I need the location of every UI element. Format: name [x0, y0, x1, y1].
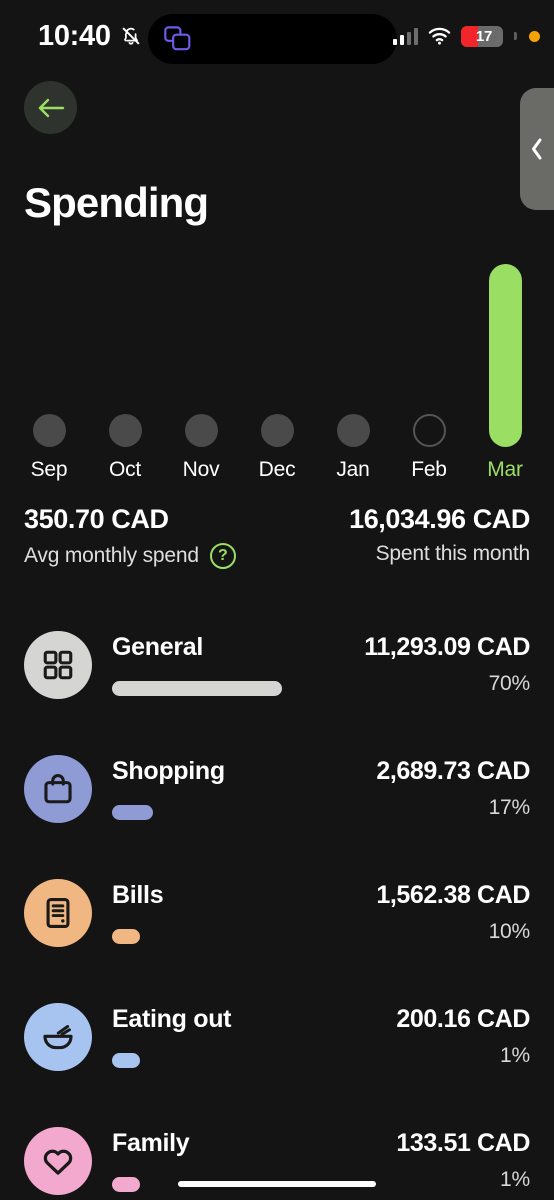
- page-title: Spending: [24, 179, 209, 226]
- month-column-feb[interactable]: Feb: [396, 248, 462, 480]
- category-amount-block: 1,562.38 CAD 10%: [376, 879, 531, 943]
- category-progress-bar: [112, 928, 140, 944]
- category-progress-track: [112, 928, 355, 944]
- chevron-left-icon: [530, 137, 544, 161]
- status-bar-left: 10:40: [38, 19, 148, 52]
- category-row[interactable]: General 11,293.09 CAD 70%: [0, 617, 554, 741]
- month-label-mar: Mar: [487, 458, 523, 481]
- battery-indicator: 17: [461, 25, 503, 47]
- category-progress-bar: [112, 1052, 140, 1068]
- category-amount: 133.51 CAD: [396, 1129, 530, 1157]
- status-bar-clock: 10:40: [38, 19, 111, 52]
- month-bar-jan: [336, 414, 370, 447]
- category-progress-track: [112, 1052, 355, 1068]
- edge-back-affordance[interactable]: [520, 88, 554, 210]
- category-progress-track: [112, 804, 355, 820]
- bell-muted-icon: [120, 24, 142, 48]
- cellular-signal-icon: [392, 27, 418, 45]
- month-bar-nov: [184, 414, 218, 447]
- category-name: General: [112, 633, 204, 661]
- grid-squares-icon: [24, 631, 92, 699]
- question-mark-icon[interactable]: ?: [209, 542, 236, 569]
- avg-monthly-spend-sub: Avg monthly spend ?: [24, 542, 236, 569]
- category-name: Bills: [112, 881, 164, 909]
- heart-icon: [24, 1127, 92, 1195]
- category-name: Eating out: [112, 1005, 232, 1033]
- month-label-feb: Feb: [411, 458, 447, 481]
- dynamic-island[interactable]: [148, 14, 397, 64]
- category-list: General 11,293.09 CAD 70% Shopping 2,689.73 …: [0, 617, 554, 1200]
- category-row[interactable]: Bills 1,562.38 CAD 10%: [0, 865, 554, 989]
- category-amount-block: 133.51 CAD 1%: [396, 1127, 530, 1191]
- month-selector-chart: Sep Oct Nov Dec Jan Feb Mar: [16, 248, 538, 480]
- spent-this-month-block: 16,034.96 CAD Spent this month: [349, 503, 530, 564]
- avg-monthly-spend-label: Avg monthly spend: [24, 544, 199, 568]
- month-label-sep: Sep: [30, 458, 68, 481]
- category-progress-bar: [112, 804, 153, 820]
- home-indicator[interactable]: [178, 1181, 376, 1187]
- spent-this-month-sub: Spent this month: [349, 541, 531, 565]
- category-percent: 1%: [500, 1167, 530, 1191]
- category-row[interactable]: Shopping 2,689.73 CAD 17%: [0, 741, 554, 865]
- privacy-indicator-dot: [529, 30, 540, 42]
- battery-level-text: 17: [475, 27, 493, 45]
- summary-row: 350.70 CAD Avg monthly spend ? 16,034.96…: [24, 503, 530, 569]
- month-label-oct: Oct: [108, 458, 142, 481]
- category-progress-bar: [112, 680, 282, 696]
- month-bar-sep: [32, 414, 66, 447]
- battery-cap: [514, 32, 517, 40]
- avg-monthly-spend-block: 350.70 CAD Avg monthly spend ?: [24, 503, 236, 569]
- stacked-windows-icon: [148, 26, 192, 52]
- receipt-document-icon: [24, 879, 92, 947]
- spending-screen: 10:40 17 Spending Sep Oct Nov Dec Jan Fe…: [0, 0, 554, 1200]
- category-info: Eating out: [112, 1003, 396, 1068]
- month-column-nov[interactable]: Nov: [168, 248, 234, 480]
- category-amount: 200.16 CAD: [396, 1005, 530, 1033]
- category-info: General: [112, 631, 364, 696]
- month-column-sep[interactable]: Sep: [16, 248, 82, 480]
- category-progress-bar: [112, 1176, 140, 1192]
- category-percent: 10%: [488, 919, 531, 943]
- month-label-dec: Dec: [258, 458, 296, 481]
- month-bar-feb: [412, 414, 446, 447]
- category-amount: 11,293.09 CAD: [364, 633, 530, 661]
- spent-this-month-value: 16,034.96 CAD: [349, 504, 530, 534]
- back-button[interactable]: [24, 81, 77, 134]
- wifi-icon: [428, 27, 451, 45]
- shopping-bag-icon: [24, 755, 92, 823]
- category-amount-block: 2,689.73 CAD 17%: [376, 755, 531, 819]
- month-column-oct[interactable]: Oct: [92, 248, 158, 480]
- arrow-left-icon: [37, 97, 65, 119]
- spent-this-month-label: Spent this month: [375, 541, 531, 565]
- month-label-nov: Nov: [182, 458, 220, 481]
- status-bar: 10:40 17: [0, 0, 554, 72]
- category-row[interactable]: Eating out 200.16 CAD 1%: [0, 989, 554, 1113]
- category-name: Shopping: [112, 757, 225, 785]
- category-amount: 2,689.73 CAD: [376, 757, 530, 785]
- avg-monthly-spend-value: 350.70 CAD: [24, 504, 169, 534]
- status-bar-right: 17: [392, 0, 540, 72]
- category-info: Bills: [112, 879, 376, 944]
- month-bar-oct: [108, 414, 142, 447]
- category-percent: 70%: [488, 671, 531, 695]
- category-amount-block: 11,293.09 CAD 70%: [364, 631, 531, 695]
- month-bar-mar: [488, 264, 522, 447]
- month-label-jan: Jan: [336, 458, 370, 481]
- category-percent: 1%: [500, 1043, 530, 1067]
- month-bar-dec: [260, 414, 294, 447]
- category-amount: 1,562.38 CAD: [376, 881, 530, 909]
- category-amount-block: 200.16 CAD 1%: [396, 1003, 530, 1067]
- month-column-mar[interactable]: Mar: [472, 248, 538, 480]
- category-progress-track: [112, 680, 355, 696]
- month-column-dec[interactable]: Dec: [244, 248, 310, 480]
- category-info: Shopping: [112, 755, 376, 820]
- noodle-bowl-icon: [24, 1003, 92, 1071]
- category-percent: 17%: [488, 795, 531, 819]
- month-column-jan[interactable]: Jan: [320, 248, 386, 480]
- category-name: Family: [112, 1129, 190, 1157]
